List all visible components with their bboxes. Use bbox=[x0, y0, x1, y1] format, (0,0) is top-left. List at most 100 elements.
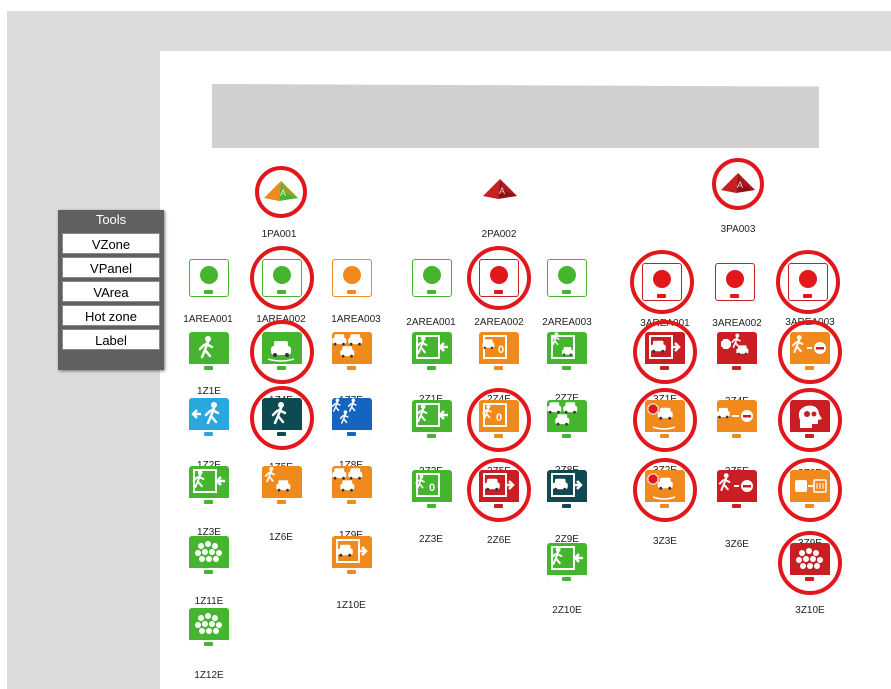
camera-icon bbox=[643, 292, 681, 300]
zone-tile[interactable] bbox=[332, 332, 372, 372]
zone-symbol-icon bbox=[195, 541, 222, 562]
zone-symbol-icon bbox=[332, 398, 357, 424]
camera-icon bbox=[547, 575, 587, 583]
zone-symbol-icon bbox=[191, 402, 220, 425]
zone-tile[interactable] bbox=[645, 332, 685, 372]
zone-symbol-icon bbox=[717, 407, 753, 422]
zone-tile[interactable] bbox=[189, 536, 229, 576]
zone-tile[interactable] bbox=[790, 543, 830, 583]
zone-tile[interactable] bbox=[547, 400, 587, 440]
zone-label: 1Z10E bbox=[336, 600, 366, 611]
camera-icon bbox=[790, 432, 830, 440]
svg-text:0: 0 bbox=[429, 482, 435, 494]
area-status-tile[interactable] bbox=[479, 259, 519, 297]
area-label: 3AREA001 bbox=[640, 318, 690, 329]
zone-tile[interactable] bbox=[262, 398, 302, 438]
zone-tile[interactable] bbox=[189, 332, 229, 372]
vpanel-button[interactable]: VPanel bbox=[62, 257, 160, 278]
parking-area-pyramid-icon[interactable]: A bbox=[720, 172, 756, 194]
area-status-tile[interactable] bbox=[189, 259, 229, 297]
zone-symbol-icon bbox=[647, 403, 676, 430]
varea-button[interactable]: VArea bbox=[62, 281, 160, 302]
pyramid-icon: A bbox=[264, 181, 298, 201]
status-dot-icon bbox=[273, 266, 291, 285]
zone-tile[interactable] bbox=[790, 332, 830, 372]
zone-symbol-icon bbox=[649, 335, 681, 359]
area-status-tile[interactable] bbox=[547, 259, 587, 297]
zone-tile[interactable] bbox=[547, 332, 587, 372]
camera-icon bbox=[717, 502, 757, 510]
camera-icon bbox=[412, 364, 452, 372]
zone-label: 2Z3E bbox=[419, 534, 443, 545]
area-status-tile[interactable] bbox=[788, 263, 828, 301]
pyramid-icon: A bbox=[483, 179, 517, 199]
area-label: 2AREA001 bbox=[406, 317, 456, 328]
zone-symbol-icon bbox=[415, 403, 448, 427]
camera-icon bbox=[480, 288, 518, 296]
camera-icon bbox=[412, 432, 452, 440]
zone-tile[interactable] bbox=[189, 398, 229, 438]
area-status-tile[interactable] bbox=[412, 259, 452, 297]
parking-area-pyramid-icon[interactable]: A bbox=[263, 180, 299, 202]
zone-tile[interactable] bbox=[189, 466, 229, 506]
zone-tile[interactable] bbox=[790, 400, 830, 440]
area-status-tile[interactable] bbox=[715, 263, 755, 301]
parking-area-label: 2PA002 bbox=[481, 229, 517, 240]
zone-tile[interactable] bbox=[332, 536, 372, 576]
svg-text:A: A bbox=[499, 186, 505, 196]
parking-area-label: 1PA001 bbox=[261, 229, 297, 240]
camera-icon bbox=[645, 502, 685, 510]
zone-label: 2Z6E bbox=[487, 535, 511, 546]
vzone-button[interactable]: VZone bbox=[62, 233, 160, 254]
zone-tile[interactable] bbox=[479, 470, 519, 510]
zone-symbol-icon bbox=[192, 469, 225, 493]
area-label: 1AREA001 bbox=[183, 314, 233, 325]
zone-tile[interactable] bbox=[717, 470, 757, 510]
zone-tile[interactable] bbox=[717, 400, 757, 440]
zone-label: 3Z3E bbox=[653, 536, 677, 547]
zone-label: 3Z10E bbox=[795, 605, 825, 616]
zone-tile[interactable] bbox=[189, 608, 229, 648]
zone-tile[interactable] bbox=[412, 332, 452, 372]
area-status-tile[interactable] bbox=[262, 259, 302, 297]
zone-symbol-icon bbox=[198, 336, 214, 359]
zone-symbol-icon bbox=[547, 402, 578, 426]
zone-tile[interactable] bbox=[412, 400, 452, 440]
zone-tile[interactable] bbox=[547, 470, 587, 510]
zone-tile[interactable] bbox=[717, 332, 757, 372]
zone-label: 1Z6E bbox=[269, 532, 293, 543]
camera-icon bbox=[262, 364, 302, 372]
status-dot-icon bbox=[200, 266, 218, 285]
zone-tile[interactable]: 0 bbox=[412, 470, 452, 510]
zone-tile[interactable] bbox=[332, 398, 372, 438]
zone-tile[interactable] bbox=[332, 466, 372, 506]
zone-tile[interactable]: 0 bbox=[479, 400, 519, 440]
left-margin bbox=[7, 51, 160, 689]
area-status-tile[interactable] bbox=[642, 263, 682, 301]
zone-tile[interactable] bbox=[547, 543, 587, 583]
camera-icon bbox=[189, 498, 229, 506]
zone-tile[interactable] bbox=[645, 400, 685, 440]
status-dot-icon bbox=[423, 266, 441, 285]
camera-icon bbox=[479, 364, 519, 372]
camera-icon bbox=[716, 292, 754, 300]
tools-panel: Tools VZone VPanel VArea Hot zone Label bbox=[58, 210, 164, 370]
hot-zone-button[interactable]: Hot zone bbox=[62, 305, 160, 326]
zone-tile[interactable] bbox=[790, 470, 830, 510]
label-button[interactable]: Label bbox=[62, 329, 160, 350]
status-dot-icon bbox=[726, 270, 744, 289]
zone-tile[interactable] bbox=[262, 466, 302, 506]
parking-area-label: 3PA003 bbox=[720, 224, 756, 235]
zone-tile[interactable] bbox=[645, 470, 685, 510]
zone-tile[interactable] bbox=[262, 332, 302, 372]
area-label: 1AREA002 bbox=[256, 314, 306, 325]
camera-icon bbox=[548, 288, 586, 296]
zone-symbol-icon bbox=[718, 473, 753, 492]
area-status-tile[interactable] bbox=[332, 259, 372, 297]
svg-text:A: A bbox=[280, 188, 286, 198]
camera-icon bbox=[789, 292, 827, 300]
zone-tile[interactable]: 0 bbox=[479, 332, 519, 372]
area-label: 2AREA003 bbox=[542, 317, 592, 328]
parking-area-pyramid-icon[interactable]: A bbox=[482, 178, 518, 200]
zone-symbol-icon bbox=[267, 341, 295, 362]
